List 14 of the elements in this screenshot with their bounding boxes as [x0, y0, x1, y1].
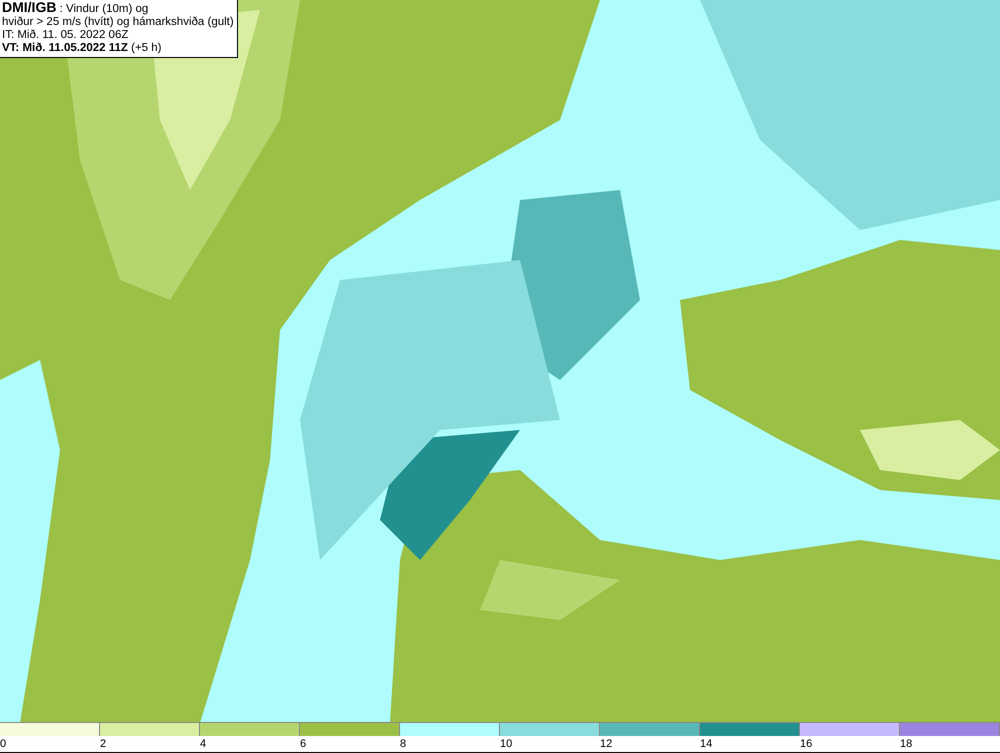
title-line: IT: Mið. 11. 05. 2022 06Z: [2, 29, 130, 42]
legend-tick-label: 4: [200, 737, 206, 752]
title-line: DMI/IGB : Vindur (10m) og: [2, 1, 150, 16]
legend-tick-label: 18: [900, 737, 912, 752]
legend-tick-label: 0: [0, 737, 6, 752]
title-line: hviður > 25 m/s (hvítt) og hámarkshviða (gult): [2, 16, 234, 29]
legend-tick-label: 2: [100, 737, 106, 752]
legend-tick-label: 8: [400, 737, 406, 752]
legend-tick-label: 14: [700, 737, 712, 752]
legend-tick-label: 16: [800, 737, 812, 752]
title-line: VT: Mið. 11.05.2022 11Z (+5 h): [2, 42, 162, 55]
legend-tick-label: 10: [500, 737, 512, 752]
legend-tick-label: 12: [600, 737, 612, 752]
legend-tick-label: 6: [300, 737, 306, 752]
